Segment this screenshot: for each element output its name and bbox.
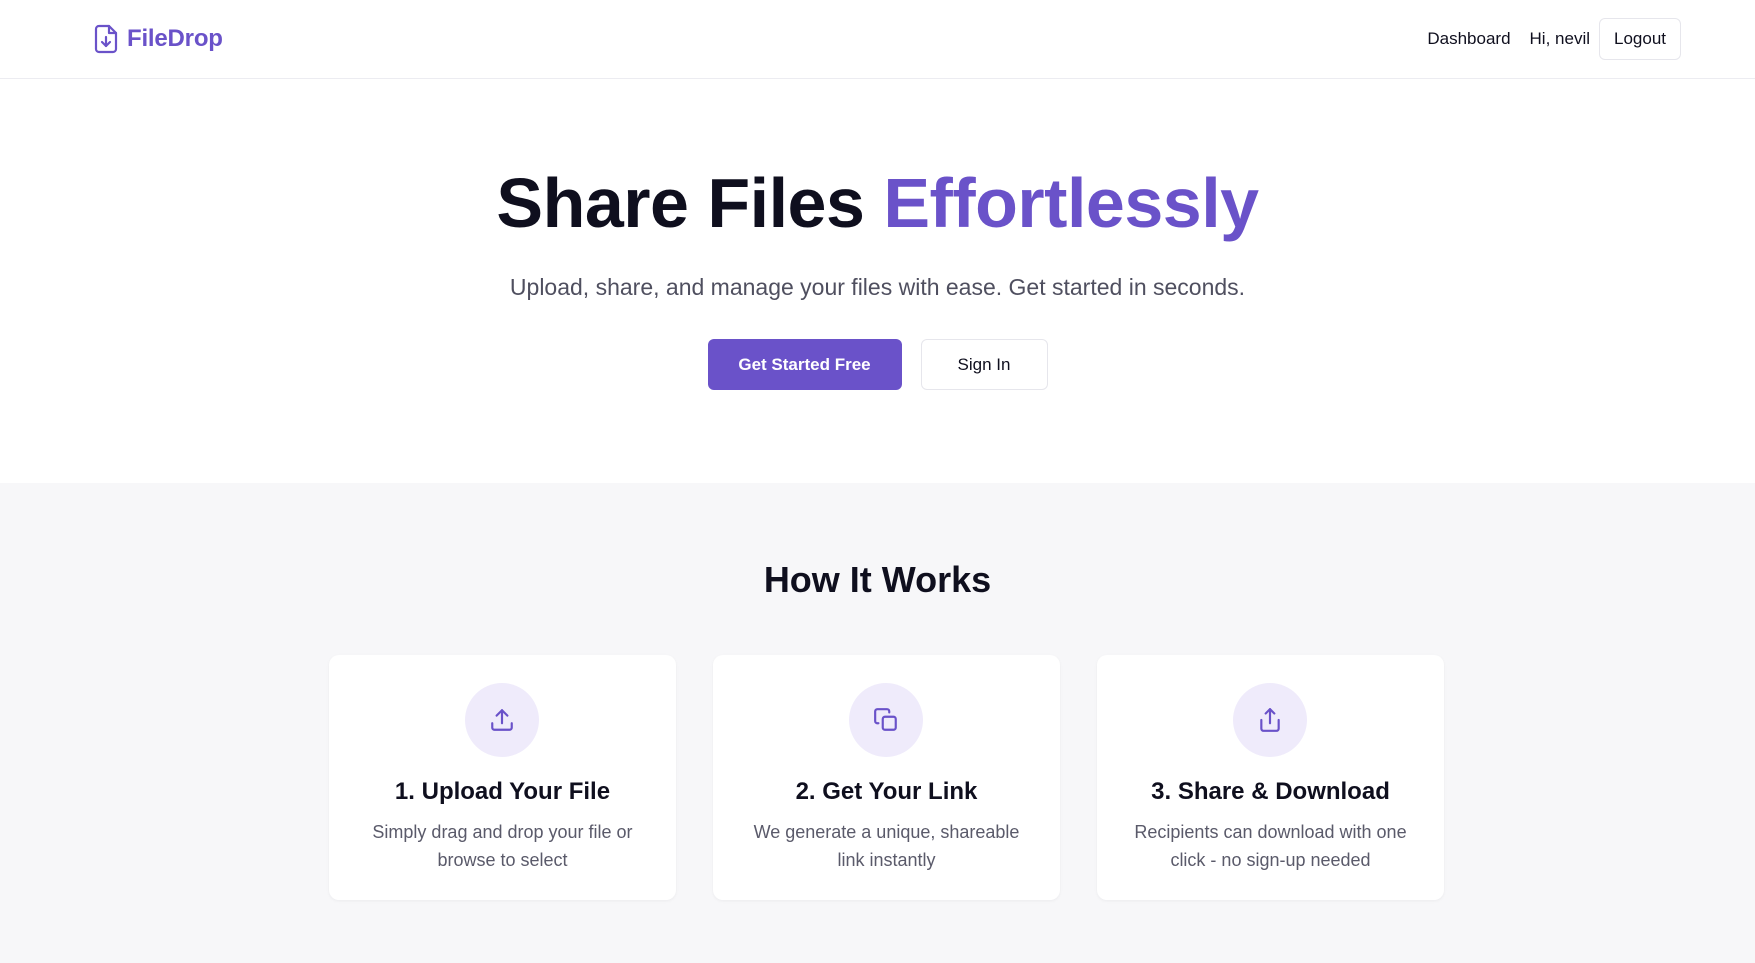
step-description: Simply drag and drop your file or browse… xyxy=(372,822,633,870)
step-title: 2. Get Your Link xyxy=(795,778,978,805)
step-icon-circle xyxy=(1233,683,1307,757)
step-description: Recipients can download with one click -… xyxy=(1134,822,1407,870)
user-greeting: Hi, nevil xyxy=(1529,29,1590,48)
step-title: 1. Upload Your File xyxy=(394,778,611,805)
step-card-upload: 1. Upload Your File Simply drag and drop… xyxy=(329,655,676,900)
header-nav: Dashboard Hi, nevil Logout xyxy=(1427,18,1681,60)
section-title: How It Works xyxy=(763,559,992,600)
nav-dashboard-link[interactable]: Dashboard xyxy=(1427,29,1510,49)
hero-section: Share Files Effortlessly Upload, share, … xyxy=(0,80,1755,483)
step-description: We generate a unique, shareable link ins… xyxy=(753,822,1020,870)
logout-button[interactable]: Logout xyxy=(1599,18,1681,60)
brand-name: FileDrop xyxy=(127,25,223,52)
hero-actions: Get Started Free Sign In xyxy=(0,339,1755,390)
share-icon xyxy=(1260,708,1280,732)
sign-in-button[interactable]: Sign In xyxy=(920,339,1048,390)
file-download-icon xyxy=(94,24,118,54)
how-it-works-section: How It Works 1. Upload Your File Simply … xyxy=(0,483,1755,963)
get-started-button[interactable]: Get Started Free xyxy=(707,339,902,390)
steps-list: 1. Upload Your File Simply drag and drop… xyxy=(329,655,1444,900)
step-title: 3. Share & Download xyxy=(1151,778,1390,805)
step-icon-circle xyxy=(465,683,539,757)
upload-icon xyxy=(491,709,513,731)
step-card-share: 3. Share & Download Recipients can downl… xyxy=(1097,655,1444,900)
top-navbar: FileDrop Dashboard Hi, nevil Logout xyxy=(0,0,1755,79)
hero-title: Share Files Effortlessly xyxy=(0,168,1755,238)
copy-link-icon xyxy=(874,708,897,731)
hero-subtitle: Upload, share, and manage your files wit… xyxy=(509,274,1246,300)
step-card-link: 2. Get Your Link We generate a unique, s… xyxy=(713,655,1060,900)
brand-logo-link[interactable]: FileDrop xyxy=(94,24,223,54)
step-icon-circle xyxy=(849,683,923,757)
hero-title-main: Share Files xyxy=(496,164,884,242)
hero-title-accent: Effortlessly xyxy=(883,164,1259,242)
